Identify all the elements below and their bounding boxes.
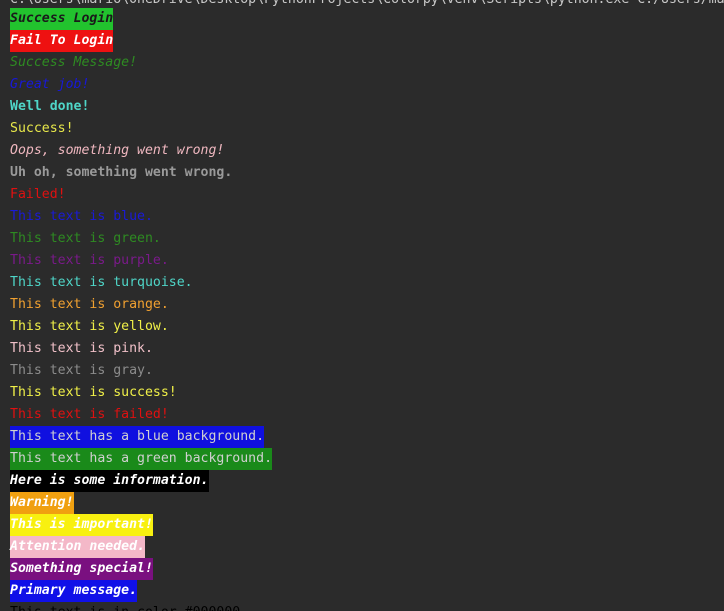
console-line: This text is green. xyxy=(10,228,161,250)
console-line: This text is turquoise. xyxy=(10,272,193,294)
console-line-text: This text is failed! xyxy=(10,407,169,422)
console-line: Something special! xyxy=(10,558,153,580)
console-line: This is important! xyxy=(10,514,153,536)
console-line-text: Primary message. xyxy=(10,580,138,602)
console-line: This text has a blue background. xyxy=(10,426,265,448)
console-line: Well done! xyxy=(10,96,89,118)
console-line: Uh oh, something went wrong. xyxy=(10,162,232,184)
console-line-text: This text has a blue background. xyxy=(10,426,265,448)
console-line: This text is orange. xyxy=(10,294,169,316)
console-line: Oops, something went wrong! xyxy=(10,140,224,162)
console-line-text: Success Login xyxy=(10,8,114,30)
console-line-text: This text is turquoise. xyxy=(10,275,193,290)
console-line: Here is some information. xyxy=(10,470,209,492)
console-line-text: Fail To Login xyxy=(10,30,114,52)
console-line: Primary message. xyxy=(10,580,138,602)
console-line: This text is blue. xyxy=(10,206,153,228)
console-line-text: Well done! xyxy=(10,99,90,114)
console-line-text: Great job! xyxy=(10,77,90,92)
console-line-text: Success Message! xyxy=(10,55,138,70)
console-line: Success Message! xyxy=(10,52,137,74)
console-line: This text is gray. xyxy=(10,360,153,382)
console-line: Success Login xyxy=(10,8,114,30)
console-line-text: Oops, something went wrong! xyxy=(10,143,225,158)
console-line: Success! xyxy=(10,118,74,140)
console-command-line: C:\Users\mario\OneDrive\Desktop\PythonPr… xyxy=(10,0,724,11)
console-line: This text is yellow. xyxy=(10,316,169,338)
console-line: Warning! xyxy=(10,492,74,514)
console-line-text: This text is blue. xyxy=(10,209,153,224)
console-line: This text is pink. xyxy=(10,338,153,360)
console-line: Great job! xyxy=(10,74,89,96)
console-line-text: This text is orange. xyxy=(10,297,169,312)
console-line-text: This text is gray. xyxy=(10,363,153,378)
console-line-text: This text is pink. xyxy=(10,341,153,356)
console-line: This text is failed! xyxy=(10,404,169,426)
console-line: Failed! xyxy=(10,184,66,206)
console-line-text: This text is yellow. xyxy=(10,319,169,334)
console-line: This text is purple. xyxy=(10,250,169,272)
console-line-text: Here is some information. xyxy=(10,470,209,492)
console-line-text: This text is green. xyxy=(10,231,161,246)
console-line-text: Success! xyxy=(10,121,74,136)
console-line-text: Failed! xyxy=(10,187,66,202)
console-line: This text is success! xyxy=(10,382,177,404)
console-line: Fail To Login xyxy=(10,30,114,52)
console-line-text: This is important! xyxy=(10,514,153,536)
console-line-text: This text is success! xyxy=(10,385,177,400)
console-line-text: This text is purple. xyxy=(10,253,169,268)
run-console-output[interactable]: C:\Users\mario\OneDrive\Desktop\PythonPr… xyxy=(0,0,724,611)
console-line-text: Something special! xyxy=(10,558,153,580)
console-line-text: Uh oh, something went wrong. xyxy=(10,165,233,180)
console-line: This text is in color #000000 xyxy=(10,602,240,611)
console-line-text: Attention needed. xyxy=(10,536,145,558)
console-line-text: This text has a green background. xyxy=(10,448,273,470)
console-line: This text has a green background. xyxy=(10,448,273,470)
console-line: Attention needed. xyxy=(10,536,145,558)
console-line-text: Warning! xyxy=(10,492,74,514)
console-line-text: This text is in color #000000 xyxy=(10,602,240,611)
